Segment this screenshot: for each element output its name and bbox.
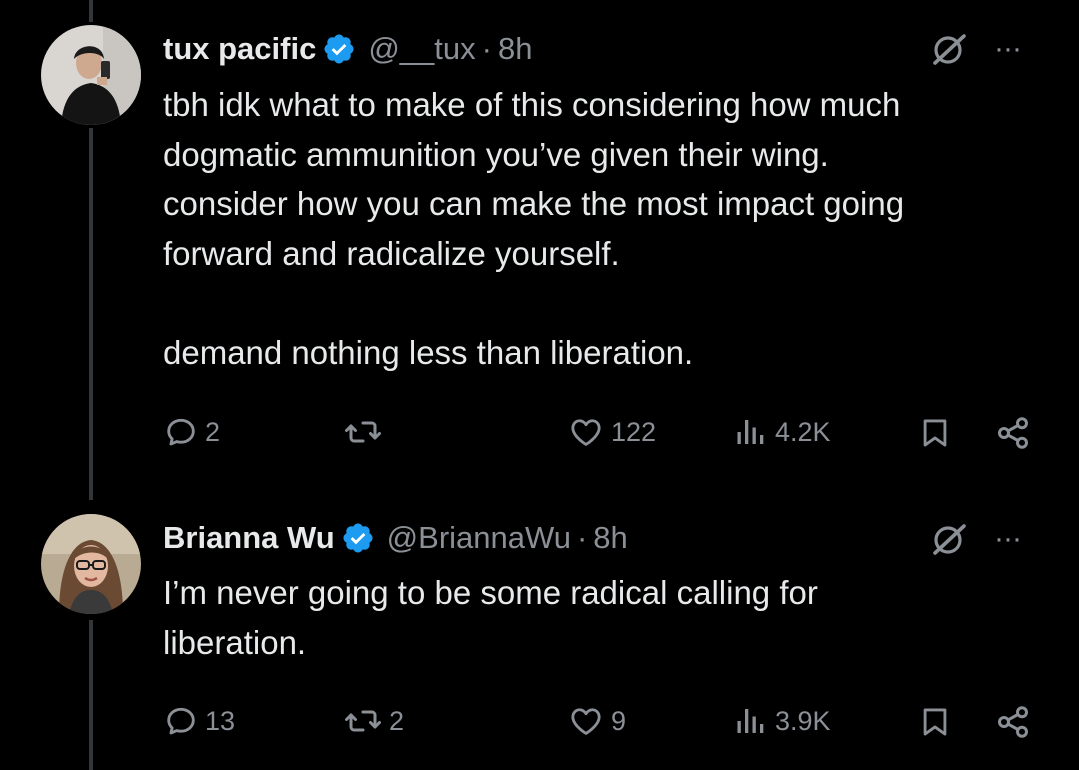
tweet-header: Brianna Wu @BriannaWu · 8h [163, 517, 628, 559]
more-icon[interactable]: ··· [994, 524, 1022, 554]
grok-icon[interactable] [930, 520, 968, 558]
reply-count: 2 [205, 416, 221, 447]
bookmark-icon [923, 419, 947, 447]
grok-icon[interactable] [930, 30, 968, 68]
like-icon [571, 419, 601, 446]
verified-badge-icon[interactable] [322, 32, 356, 66]
display-name[interactable]: tux pacific [163, 31, 316, 67]
bookmark-icon [923, 708, 947, 736]
timestamp[interactable]: 8h [498, 31, 532, 67]
timestamp[interactable]: 8h [593, 520, 627, 556]
views-icon [737, 420, 764, 444]
like-count: 9 [611, 705, 627, 736]
handle[interactable]: @__tux [368, 31, 475, 67]
share-icon [998, 706, 1028, 738]
reply-button[interactable]: 13 [163, 703, 235, 739]
retweet-icon [345, 710, 381, 732]
views-icon [737, 709, 764, 733]
views-count: 4.2K [775, 416, 831, 447]
separator: · [576, 520, 588, 555]
bookmark-button[interactable] [918, 414, 952, 452]
tweet-actions: 13 2 9 3.9K [0, 703, 1079, 743]
reply-icon [167, 418, 195, 446]
verified-badge-icon[interactable] [341, 521, 375, 555]
avatar[interactable] [41, 514, 141, 614]
views-button[interactable]: 3.9K [733, 703, 831, 739]
tweet-header: tux pacific @__tux · 8h [163, 28, 532, 70]
like-count: 122 [611, 416, 657, 447]
more-icon[interactable]: ··· [994, 34, 1022, 64]
like-button[interactable]: 9 [567, 703, 626, 739]
reply-icon [167, 707, 195, 735]
retweet-count: 2 [389, 705, 405, 736]
like-icon [571, 708, 601, 735]
share-button[interactable] [995, 703, 1031, 741]
tweet-text: I’m never going to be some radical calli… [163, 574, 818, 661]
retweet-button[interactable]: 2 [343, 703, 404, 739]
share-button[interactable] [995, 414, 1031, 452]
avatar[interactable] [41, 25, 141, 125]
retweet-button[interactable] [343, 414, 389, 450]
thread-line-bottom [89, 620, 93, 770]
reply-count: 13 [205, 705, 236, 736]
views-count: 3.9K [775, 705, 831, 736]
retweet-icon [345, 421, 381, 443]
handle[interactable]: @BriannaWu [387, 520, 571, 556]
views-button[interactable]: 4.2K [733, 414, 831, 450]
thread-line-top [89, 0, 93, 22]
display-name[interactable]: Brianna Wu [163, 520, 335, 556]
share-icon [998, 417, 1028, 449]
like-button[interactable]: 122 [567, 414, 656, 450]
bookmark-button[interactable] [918, 703, 952, 741]
tweet-actions: 2 122 4.2K [0, 414, 1079, 454]
tweet-text: tbh idk what to make of this considering… [163, 86, 905, 371]
separator: · [481, 31, 492, 66]
reply-button[interactable]: 2 [163, 414, 220, 450]
